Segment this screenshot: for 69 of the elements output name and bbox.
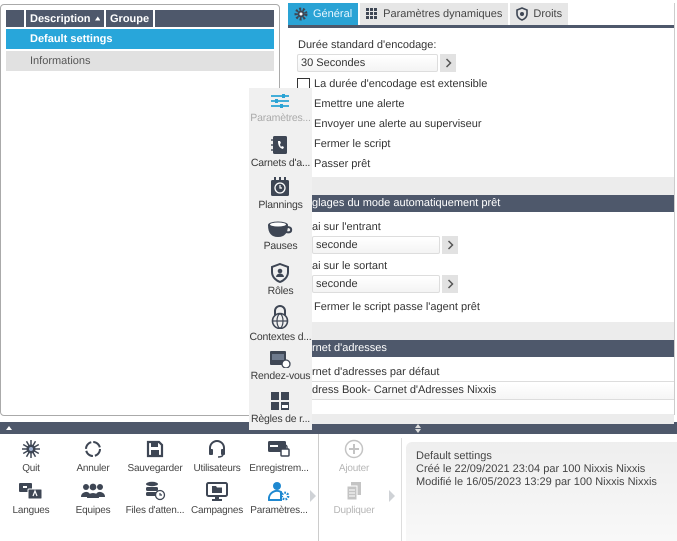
address-book-field[interactable]: dress Book- Carnet d'Adresses Nixxis [312, 381, 674, 400]
option-label: Emettre une alerte [314, 97, 406, 111]
monitor-icon [206, 481, 228, 501]
plus-circle-icon [344, 439, 364, 459]
headset-icon [207, 439, 227, 459]
chevron-right-icon [446, 279, 454, 289]
sliders-icon [270, 92, 290, 110]
next-button[interactable] [442, 236, 458, 254]
option-label: Fermer le script passe l'agent prêt [314, 300, 481, 314]
field-label: Durée standard d'encodage: [297, 38, 438, 52]
toolbar-button[interactable]: Campagnes [186, 481, 248, 523]
grid-icon [366, 8, 378, 20]
phone-book-icon [271, 134, 290, 155]
toolbar-button[interactable]: Enregistrem... [248, 439, 310, 481]
column-header[interactable]: Groupe [106, 10, 156, 27]
lock-globe-icon [270, 305, 290, 330]
calendar-clock-icon [270, 177, 290, 198]
toolbar-button[interactable]: Paramètres... [248, 481, 310, 523]
option-label: Fermer le script [314, 137, 392, 151]
field-label: ai sur le sortant [311, 259, 388, 273]
triangle-right-icon [310, 490, 316, 502]
blocks-icon [270, 390, 290, 411]
menu-item[interactable]: Rôles [268, 258, 294, 302]
card-lock-icon [267, 439, 291, 459]
toolbar-button[interactable]: Langues [0, 481, 62, 523]
chevron-right-icon [446, 240, 454, 250]
info-text: Modifié le 16/05/2023 13:29 par 100 Nixxis Nixxis [416, 476, 658, 489]
resize-icon [415, 424, 421, 432]
chevron-right-icon [444, 58, 452, 68]
option-label: Envoyer une alerte au superviseur [314, 117, 483, 131]
option-label: Passer prêt [314, 157, 372, 171]
checkbox-label: La durée d'encodage est extensible [314, 78, 488, 90]
database-clock-icon [144, 481, 166, 501]
tab[interactable]: Paramètres dynamiques [360, 3, 508, 25]
cup-icon [267, 220, 294, 238]
info-text: Default settings [416, 450, 493, 463]
refresh-icon [83, 439, 103, 459]
list-row[interactable]: Informations [6, 51, 274, 71]
sun-icon [21, 439, 41, 459]
info-text: Créé le 22/09/2021 23:04 par 100 Nixxis Nixxis [416, 463, 646, 476]
next-button[interactable] [440, 54, 456, 72]
toolbar-button[interactable]: Annuler [62, 439, 124, 481]
triangle-right-icon [389, 490, 395, 502]
menu-item[interactable]: Carnets d'a... [250, 130, 310, 174]
menu-item[interactable]: Plannings [258, 173, 303, 216]
shield-user-icon [271, 262, 290, 283]
team-icon [81, 481, 105, 501]
toolbar-button[interactable]: Utilisateurs [186, 439, 248, 481]
menu-item[interactable]: Règles de r... [250, 386, 310, 430]
toolbar-button[interactable]: Equipes [62, 481, 124, 523]
calendar-icon [269, 348, 292, 368]
field-label: ai sur l'entrant [311, 220, 382, 234]
column-header[interactable]: Description [26, 10, 106, 27]
toolbar-button[interactable]: Files d'atten... [124, 481, 186, 523]
shield-icon [516, 7, 528, 21]
save-icon [146, 439, 164, 459]
menu-item[interactable]: Pauses [264, 216, 298, 259]
user-gear-icon [268, 481, 290, 501]
toolbar-button[interactable]: Quit [0, 439, 62, 481]
toolbar-button[interactable]: Sauvegarder [124, 439, 186, 481]
next-button[interactable] [442, 275, 458, 293]
duration-field[interactable]: 30 Secondes [297, 54, 438, 72]
documents-icon [345, 481, 363, 501]
delay-field[interactable]: seconde [312, 236, 440, 254]
gear-icon [294, 7, 308, 21]
language-icon [18, 481, 44, 501]
delay-field[interactable]: seconde [312, 275, 440, 293]
tab[interactable]: Droits [510, 3, 568, 25]
collapse-up-icon [6, 426, 12, 430]
